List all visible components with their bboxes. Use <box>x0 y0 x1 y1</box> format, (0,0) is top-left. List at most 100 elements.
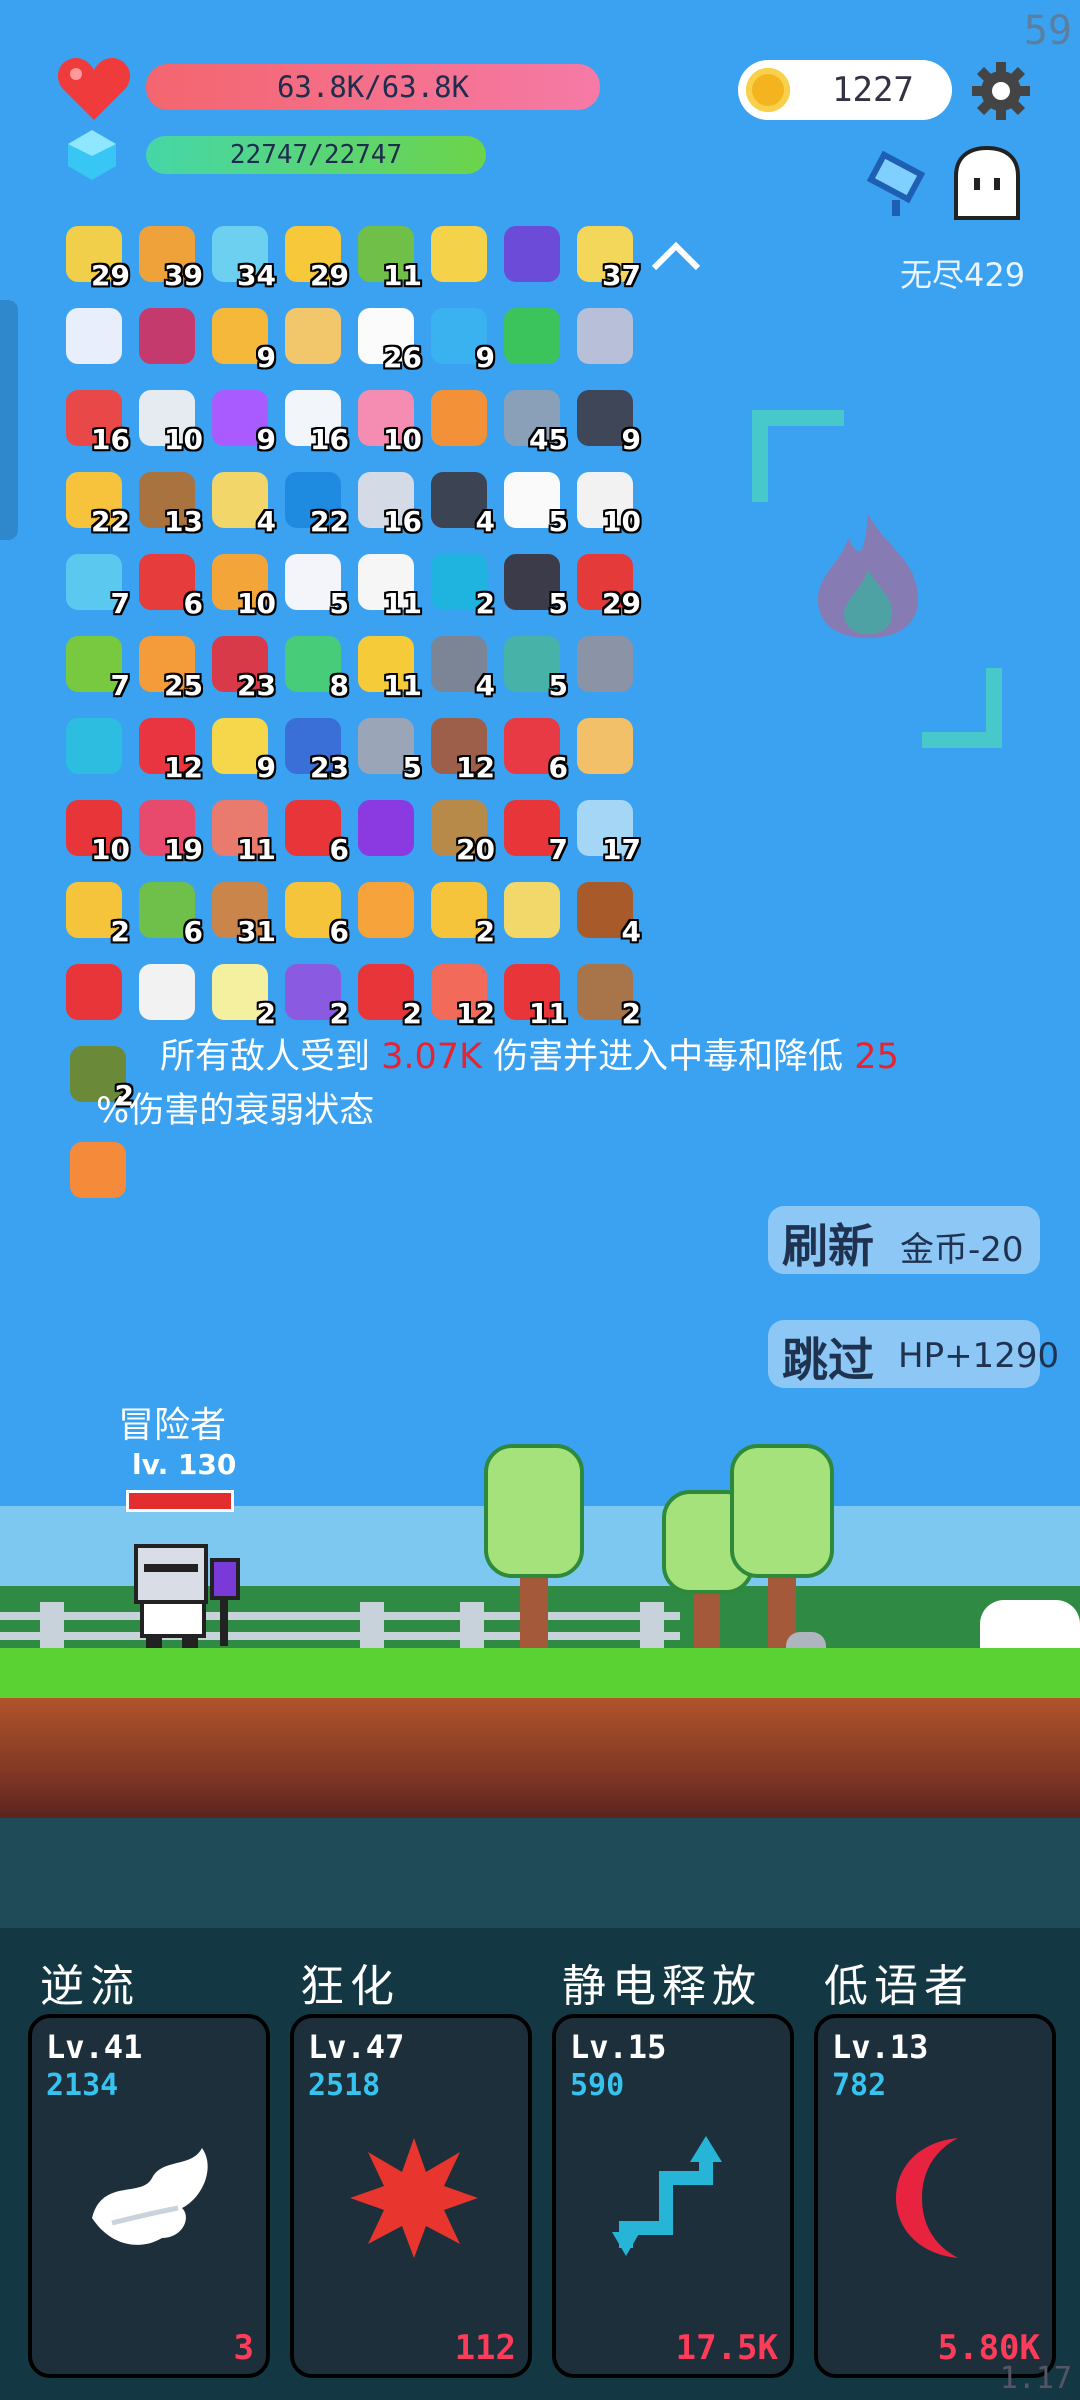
item-slot[interactable]: 2 <box>281 960 349 1030</box>
item-slot[interactable] <box>500 304 564 368</box>
item-slot[interactable]: 39 <box>135 222 203 292</box>
item-slot[interactable]: 2 <box>62 878 130 948</box>
item-slot[interactable]: 11 <box>208 796 276 866</box>
item-slot[interactable]: 37 <box>573 222 641 292</box>
item-slot[interactable]: 45 <box>500 386 568 456</box>
item-slot[interactable]: 2 <box>573 960 641 1030</box>
item-slot[interactable]: 4 <box>427 468 495 538</box>
item-slot[interactable]: 8 <box>281 632 349 702</box>
item-slot[interactable] <box>354 796 418 860</box>
item-slot[interactable] <box>573 714 637 778</box>
item-slot[interactable]: 11 <box>354 550 422 620</box>
item-slot[interactable]: 12 <box>427 714 495 784</box>
item-slot[interactable]: 11 <box>354 632 422 702</box>
item-slot[interactable]: 29 <box>281 222 349 292</box>
item-slot[interactable]: 10 <box>62 796 130 866</box>
item-slot[interactable]: 12 <box>135 714 203 784</box>
item-slot[interactable]: 7 <box>62 550 130 620</box>
item-slot[interactable]: 5 <box>500 468 568 538</box>
item-slot[interactable]: 31 <box>208 878 276 948</box>
item-slot[interactable]: 16 <box>354 468 422 538</box>
item-slot[interactable]: 22 <box>281 468 349 538</box>
item-slot[interactable] <box>281 304 345 368</box>
item-slot[interactable]: 4 <box>208 468 276 538</box>
item-slot[interactable] <box>427 222 491 286</box>
item-slot[interactable]: 10 <box>135 386 203 456</box>
item-slot[interactable]: 9 <box>208 386 276 456</box>
skill-title: 静电释放 <box>562 1961 762 2012</box>
item-slot[interactable]: 13 <box>135 468 203 538</box>
item-slot[interactable]: 6 <box>500 714 568 784</box>
item-slot[interactable] <box>135 304 199 368</box>
item-slot[interactable]: 5 <box>500 632 568 702</box>
item-slot[interactable]: 10 <box>208 550 276 620</box>
item-slot[interactable]: 29 <box>573 550 641 620</box>
item-slot[interactable]: 9 <box>427 304 495 374</box>
skip-button[interactable]: 跳过 HP+1290 <box>768 1320 1059 1388</box>
item-slot[interactable]: 23 <box>281 714 349 784</box>
item-slot[interactable]: 5 <box>500 550 568 620</box>
item-slot[interactable]: 9 <box>208 304 276 374</box>
item-slot[interactable] <box>427 386 491 450</box>
item-count: 9 <box>475 341 495 374</box>
side-drawer-handle[interactable] <box>0 300 18 540</box>
item-slot[interactable]: 7 <box>62 632 130 702</box>
item-slot[interactable] <box>66 1138 130 1202</box>
item-slot[interactable]: 2 <box>354 960 422 1030</box>
skill-card[interactable]: Lv.47 2518 112 <box>290 2014 532 2378</box>
skill-card[interactable]: Lv.15 590 17.5K <box>552 2014 794 2378</box>
item-slot[interactable]: 4 <box>573 878 641 948</box>
item-slot[interactable]: 9 <box>208 714 276 784</box>
item-slot[interactable] <box>135 960 199 1024</box>
item-slot[interactable]: 20 <box>427 796 495 866</box>
item-slot[interactable]: 11 <box>500 960 568 1030</box>
item-slot[interactable]: 10 <box>354 386 422 456</box>
chevron-up-icon[interactable] <box>648 238 704 274</box>
skill-card[interactable]: Lv.13 782 5.80K <box>814 2014 1056 2378</box>
item-slot[interactable]: 23 <box>208 632 276 702</box>
item-slot[interactable]: 16 <box>62 386 130 456</box>
item-slot[interactable] <box>62 714 126 778</box>
skill-card[interactable]: Lv.41 2134 3 <box>28 2014 270 2378</box>
item-slot[interactable]: 16 <box>281 386 349 456</box>
item-slot[interactable]: 22 <box>62 468 130 538</box>
item-icon <box>285 308 341 364</box>
target-frame <box>752 410 844 502</box>
item-slot[interactable]: 34 <box>208 222 276 292</box>
item-slot[interactable]: 29 <box>62 222 130 292</box>
item-slot[interactable]: 6 <box>281 796 349 866</box>
item-count: 12 <box>456 751 495 784</box>
item-slot[interactable] <box>573 632 637 696</box>
item-slot[interactable]: 11 <box>354 222 422 292</box>
item-slot[interactable]: 6 <box>135 878 203 948</box>
item-slot[interactable]: 26 <box>354 304 422 374</box>
ghost-pet-icon[interactable] <box>950 145 1024 222</box>
item-slot[interactable]: 6 <box>135 550 203 620</box>
speed-icon[interactable] <box>862 146 940 220</box>
item-slot[interactable] <box>573 304 637 368</box>
item-count: 9 <box>256 751 276 784</box>
item-slot[interactable] <box>354 878 418 942</box>
item-slot[interactable]: 2 <box>427 550 495 620</box>
item-slot[interactable]: 12 <box>427 960 495 1030</box>
item-slot[interactable]: 5 <box>354 714 422 784</box>
item-slot[interactable] <box>500 222 564 286</box>
item-slot[interactable]: 25 <box>135 632 203 702</box>
item-slot[interactable]: 6 <box>281 878 349 948</box>
item-slot[interactable]: 17 <box>573 796 641 866</box>
item-count: 2 <box>621 997 641 1030</box>
item-slot[interactable]: 7 <box>500 796 568 866</box>
item-slot[interactable]: 19 <box>135 796 203 866</box>
refresh-button[interactable]: 刷新 金币-20 <box>768 1206 1040 1274</box>
item-slot[interactable]: 5 <box>281 550 349 620</box>
item-slot[interactable]: 2 <box>427 878 495 948</box>
item-slot[interactable]: 10 <box>573 468 641 538</box>
item-slot[interactable]: 4 <box>427 632 495 702</box>
item-slot[interactable]: 2 <box>208 960 276 1030</box>
item-slot[interactable]: 9 <box>573 386 641 456</box>
item-slot[interactable] <box>500 878 564 942</box>
item-slot[interactable] <box>62 960 126 1024</box>
item-icon <box>70 1142 126 1198</box>
item-slot[interactable] <box>62 304 126 368</box>
gear-icon[interactable] <box>970 60 1032 122</box>
